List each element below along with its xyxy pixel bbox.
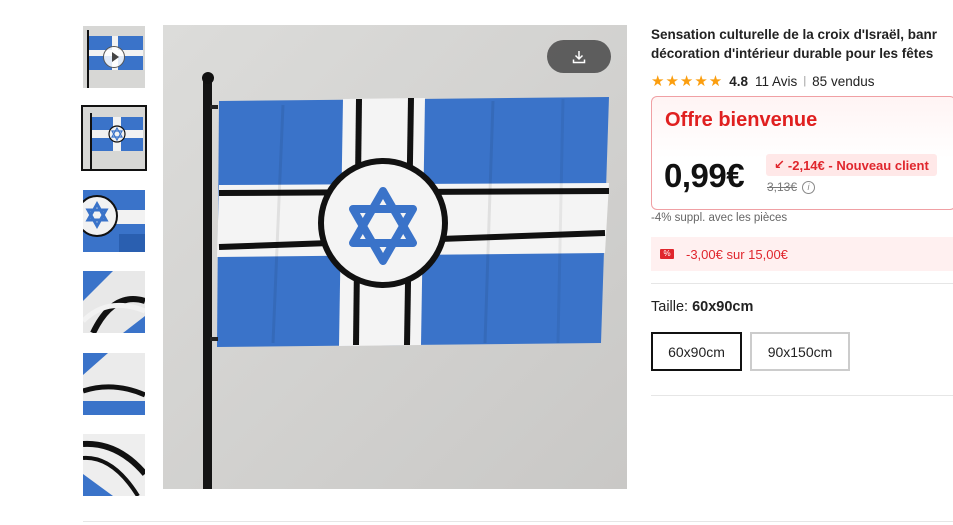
thumbnail-star-detail[interactable] (83, 190, 145, 252)
coupon-banner[interactable]: % -3,00€ sur 15,00€ (651, 237, 953, 271)
discount-arrow-icon: ↙ (774, 157, 785, 172)
coupon-text: -3,00€ sur 15,00€ (686, 246, 788, 262)
thumbnail-image (83, 434, 145, 496)
size-label: Taille: 60x90cm (651, 299, 753, 315)
product-page: Sensation culturelle de la croix d'Israë… (0, 0, 953, 525)
download-button[interactable] (547, 40, 611, 73)
main-product-image[interactable] (163, 25, 627, 489)
thumbnail-flag-full[interactable] (81, 105, 147, 171)
coins-discount-note: -4% suppl. avec les pièces (651, 212, 788, 224)
info-icon[interactable]: i (802, 181, 815, 194)
size-selected-value: 60x90cm (692, 299, 754, 315)
rating-separator: | (803, 75, 807, 87)
product-title-line2: décoration d'intérieur durable pour les … (651, 46, 934, 61)
thumbnail-circle-detail[interactable] (83, 434, 145, 496)
rating-row: ★★★★★ 4.8 11 Avis | 85 vendus (651, 72, 953, 90)
star-rating-icon: ★★★★★ (651, 73, 724, 90)
current-price: 0,99€ (664, 157, 745, 194)
coupon-icon: % (660, 249, 674, 259)
original-price: 3,13€ (767, 180, 798, 194)
offer-title: Offre bienvenue (665, 109, 818, 131)
product-title: Sensation culturelle de la croix d'Israë… (651, 25, 953, 63)
reviews-link[interactable]: 11 Avis (755, 74, 797, 89)
divider (651, 283, 953, 284)
thumbnail-image (83, 271, 145, 333)
product-title-line1: Sensation culturelle de la croix d'Israë… (651, 27, 938, 42)
thumbnail-image (83, 353, 145, 415)
download-icon (572, 50, 586, 63)
play-icon (103, 46, 125, 68)
size-label-prefix: Taille: (651, 299, 693, 315)
new-customer-discount: ↙ -2,14€ - Nouveau client (766, 154, 937, 176)
rating-value: 4.8 (729, 73, 749, 89)
discount-text: -2,14€ - Nouveau client (787, 157, 929, 173)
bottom-divider (83, 521, 953, 522)
thumbnail-image (83, 107, 145, 169)
thumbnail-video[interactable] (83, 26, 145, 88)
thumbnail-fabric-detail[interactable] (83, 271, 145, 333)
size-option-90x150[interactable]: 90x150cm (750, 332, 850, 371)
thumbnail-edge-detail[interactable] (83, 353, 145, 415)
flag-photo (163, 25, 627, 489)
product-info: Sensation culturelle de la croix d'Israë… (651, 25, 953, 396)
size-option-60x90[interactable]: 60x90cm (651, 332, 742, 371)
divider (651, 395, 953, 396)
welcome-offer-box: Offre bienvenue 0,99€ ↙ -2,14€ - Nouveau… (651, 96, 953, 210)
thumbnail-image (83, 190, 145, 252)
sold-count: 85 vendus (812, 73, 875, 89)
